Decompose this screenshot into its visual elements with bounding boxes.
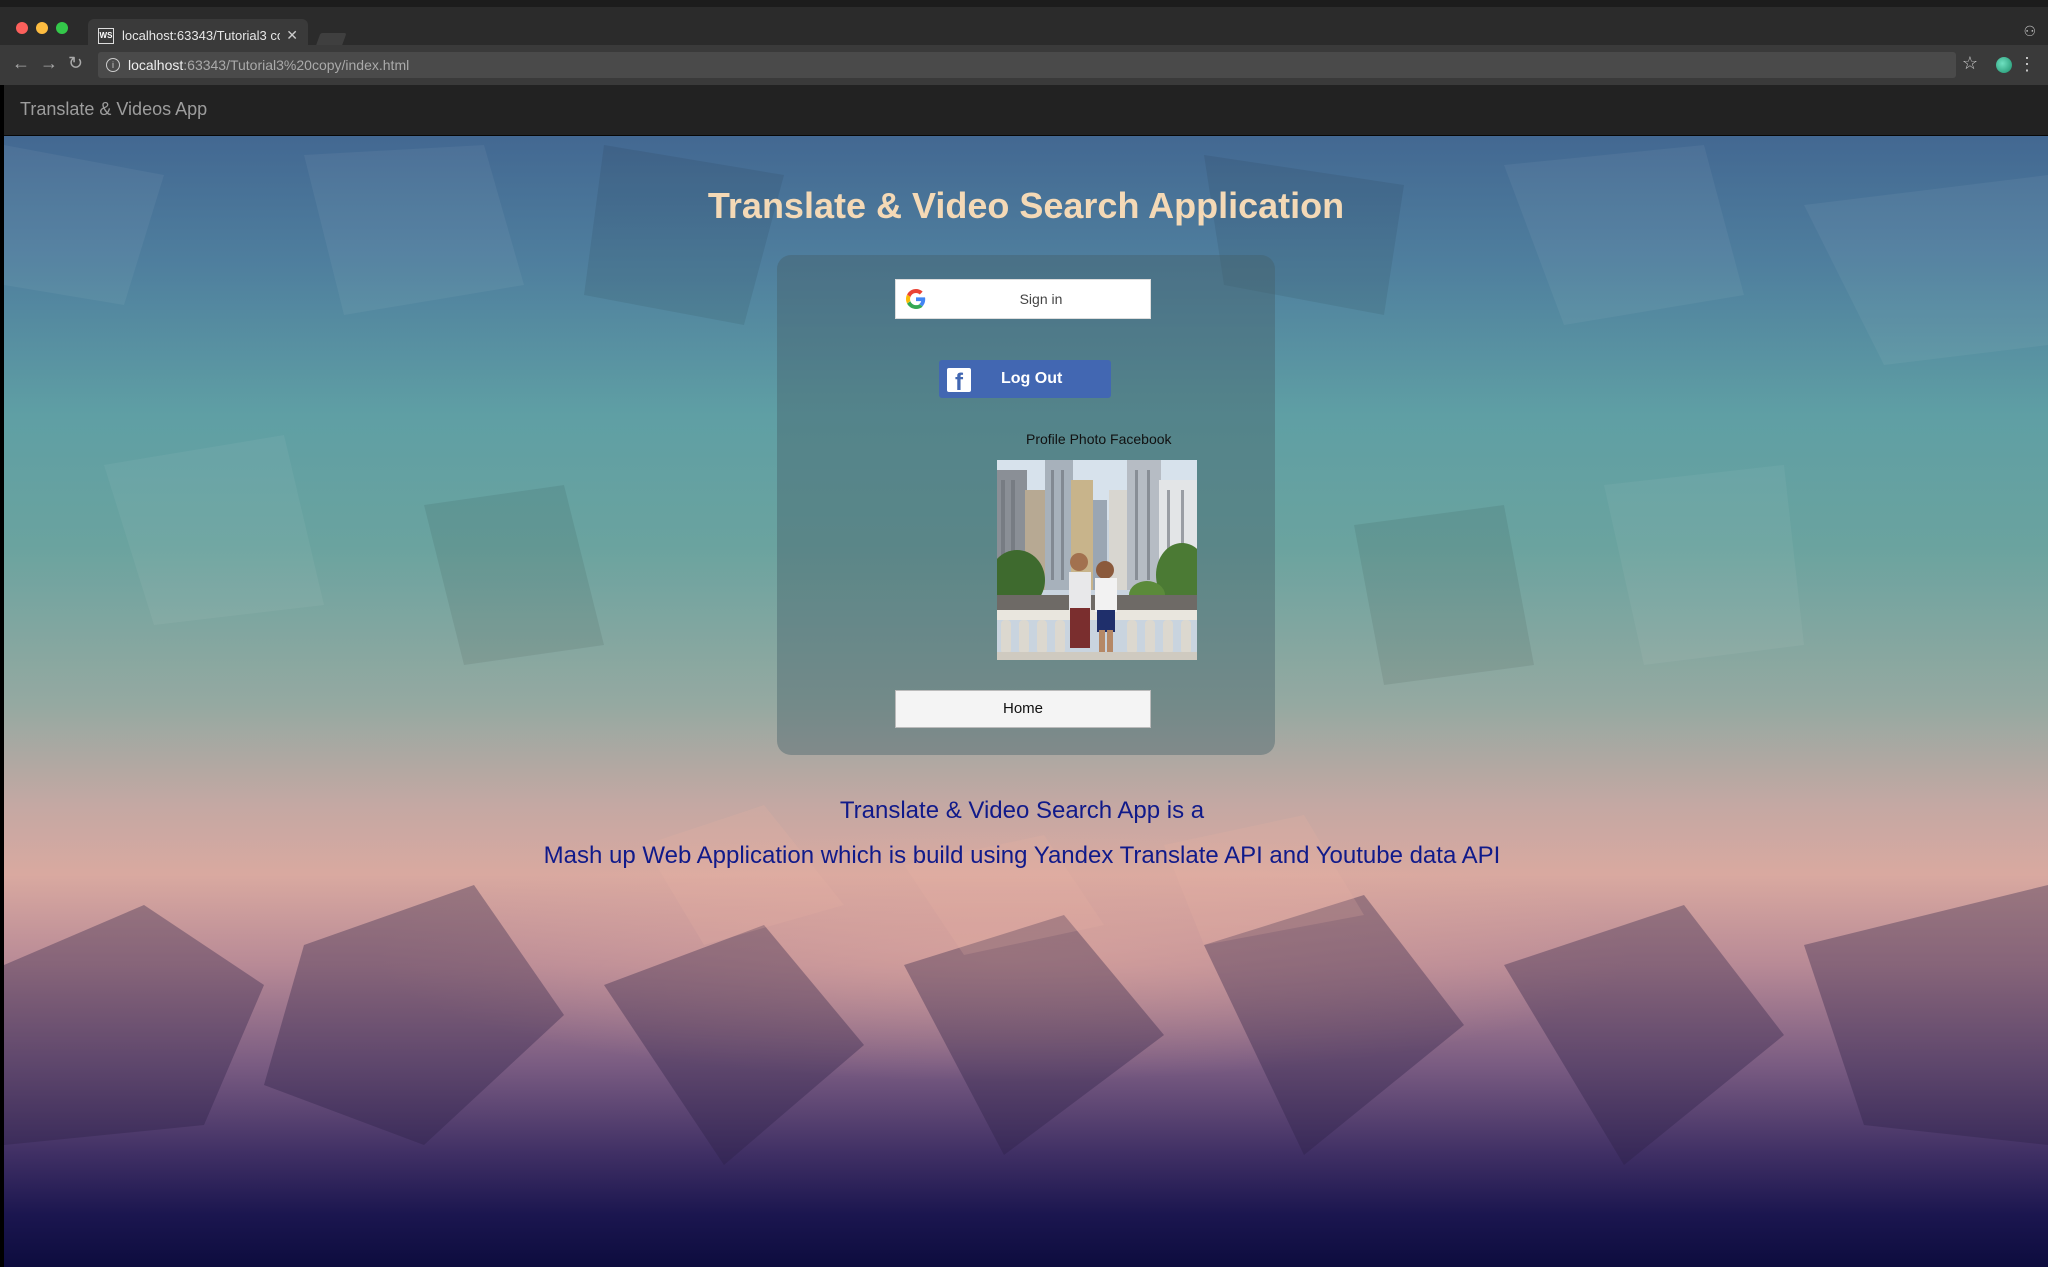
tab-title: localhost:63343/Tutorial3 cop [122, 28, 281, 43]
star-icon[interactable]: ☆ [1962, 53, 1978, 74]
browser-toolbar: ← → ↻ i localhost:63343/Tutorial3%20copy… [0, 45, 2048, 85]
profile-icon[interactable]: ⚇ [2023, 23, 2036, 40]
url-host: localhost [128, 57, 184, 73]
google-signin-label: Sign in [1019, 291, 1063, 307]
facebook-logout-label: Log Out [1001, 370, 1063, 387]
favicon: WS [98, 27, 114, 44]
facebook-logout-button[interactable]: f Log Out [939, 360, 1111, 398]
back-icon[interactable]: ← [12, 53, 30, 74]
info-icon[interactable]: i [106, 58, 120, 72]
address-bar[interactable]: i localhost:63343/Tutorial3%20copy/index… [98, 52, 1956, 78]
close-window-icon[interactable] [16, 22, 28, 34]
tagline-line-2: Mash up Web Application which is build u… [543, 842, 1501, 869]
facebook-f-icon: f [947, 368, 971, 392]
page-content: Translate & Videos App Translate & Video… [4, 85, 2048, 1267]
reload-icon[interactable]: ↻ [68, 53, 83, 74]
profile-photo [997, 460, 1197, 660]
close-tab-icon[interactable]: ✕ [286, 27, 298, 44]
tagline-line-1: Translate & Video Search App is a [839, 797, 1205, 824]
google-g-icon [906, 289, 926, 309]
url-path: :63343/Tutorial3%20copy/index.html [183, 57, 410, 73]
page-title: Translate & Video Search Application [707, 185, 1345, 226]
profile-photo-label: Profile Photo Facebook [1026, 431, 1172, 447]
home-button[interactable]: Home [895, 690, 1151, 728]
forward-icon[interactable]: → [40, 53, 58, 74]
macos-menubar [0, 0, 2048, 7]
maximize-window-icon[interactable] [56, 22, 68, 34]
minimize-window-icon[interactable] [36, 22, 48, 34]
menu-icon[interactable]: ⋮ [2018, 54, 2036, 75]
google-signin-button[interactable]: Sign in [895, 279, 1151, 319]
extension-icon[interactable] [1996, 57, 2012, 73]
browser-tabstrip: WS localhost:63343/Tutorial3 cop ✕ ⚇ [0, 7, 2048, 52]
